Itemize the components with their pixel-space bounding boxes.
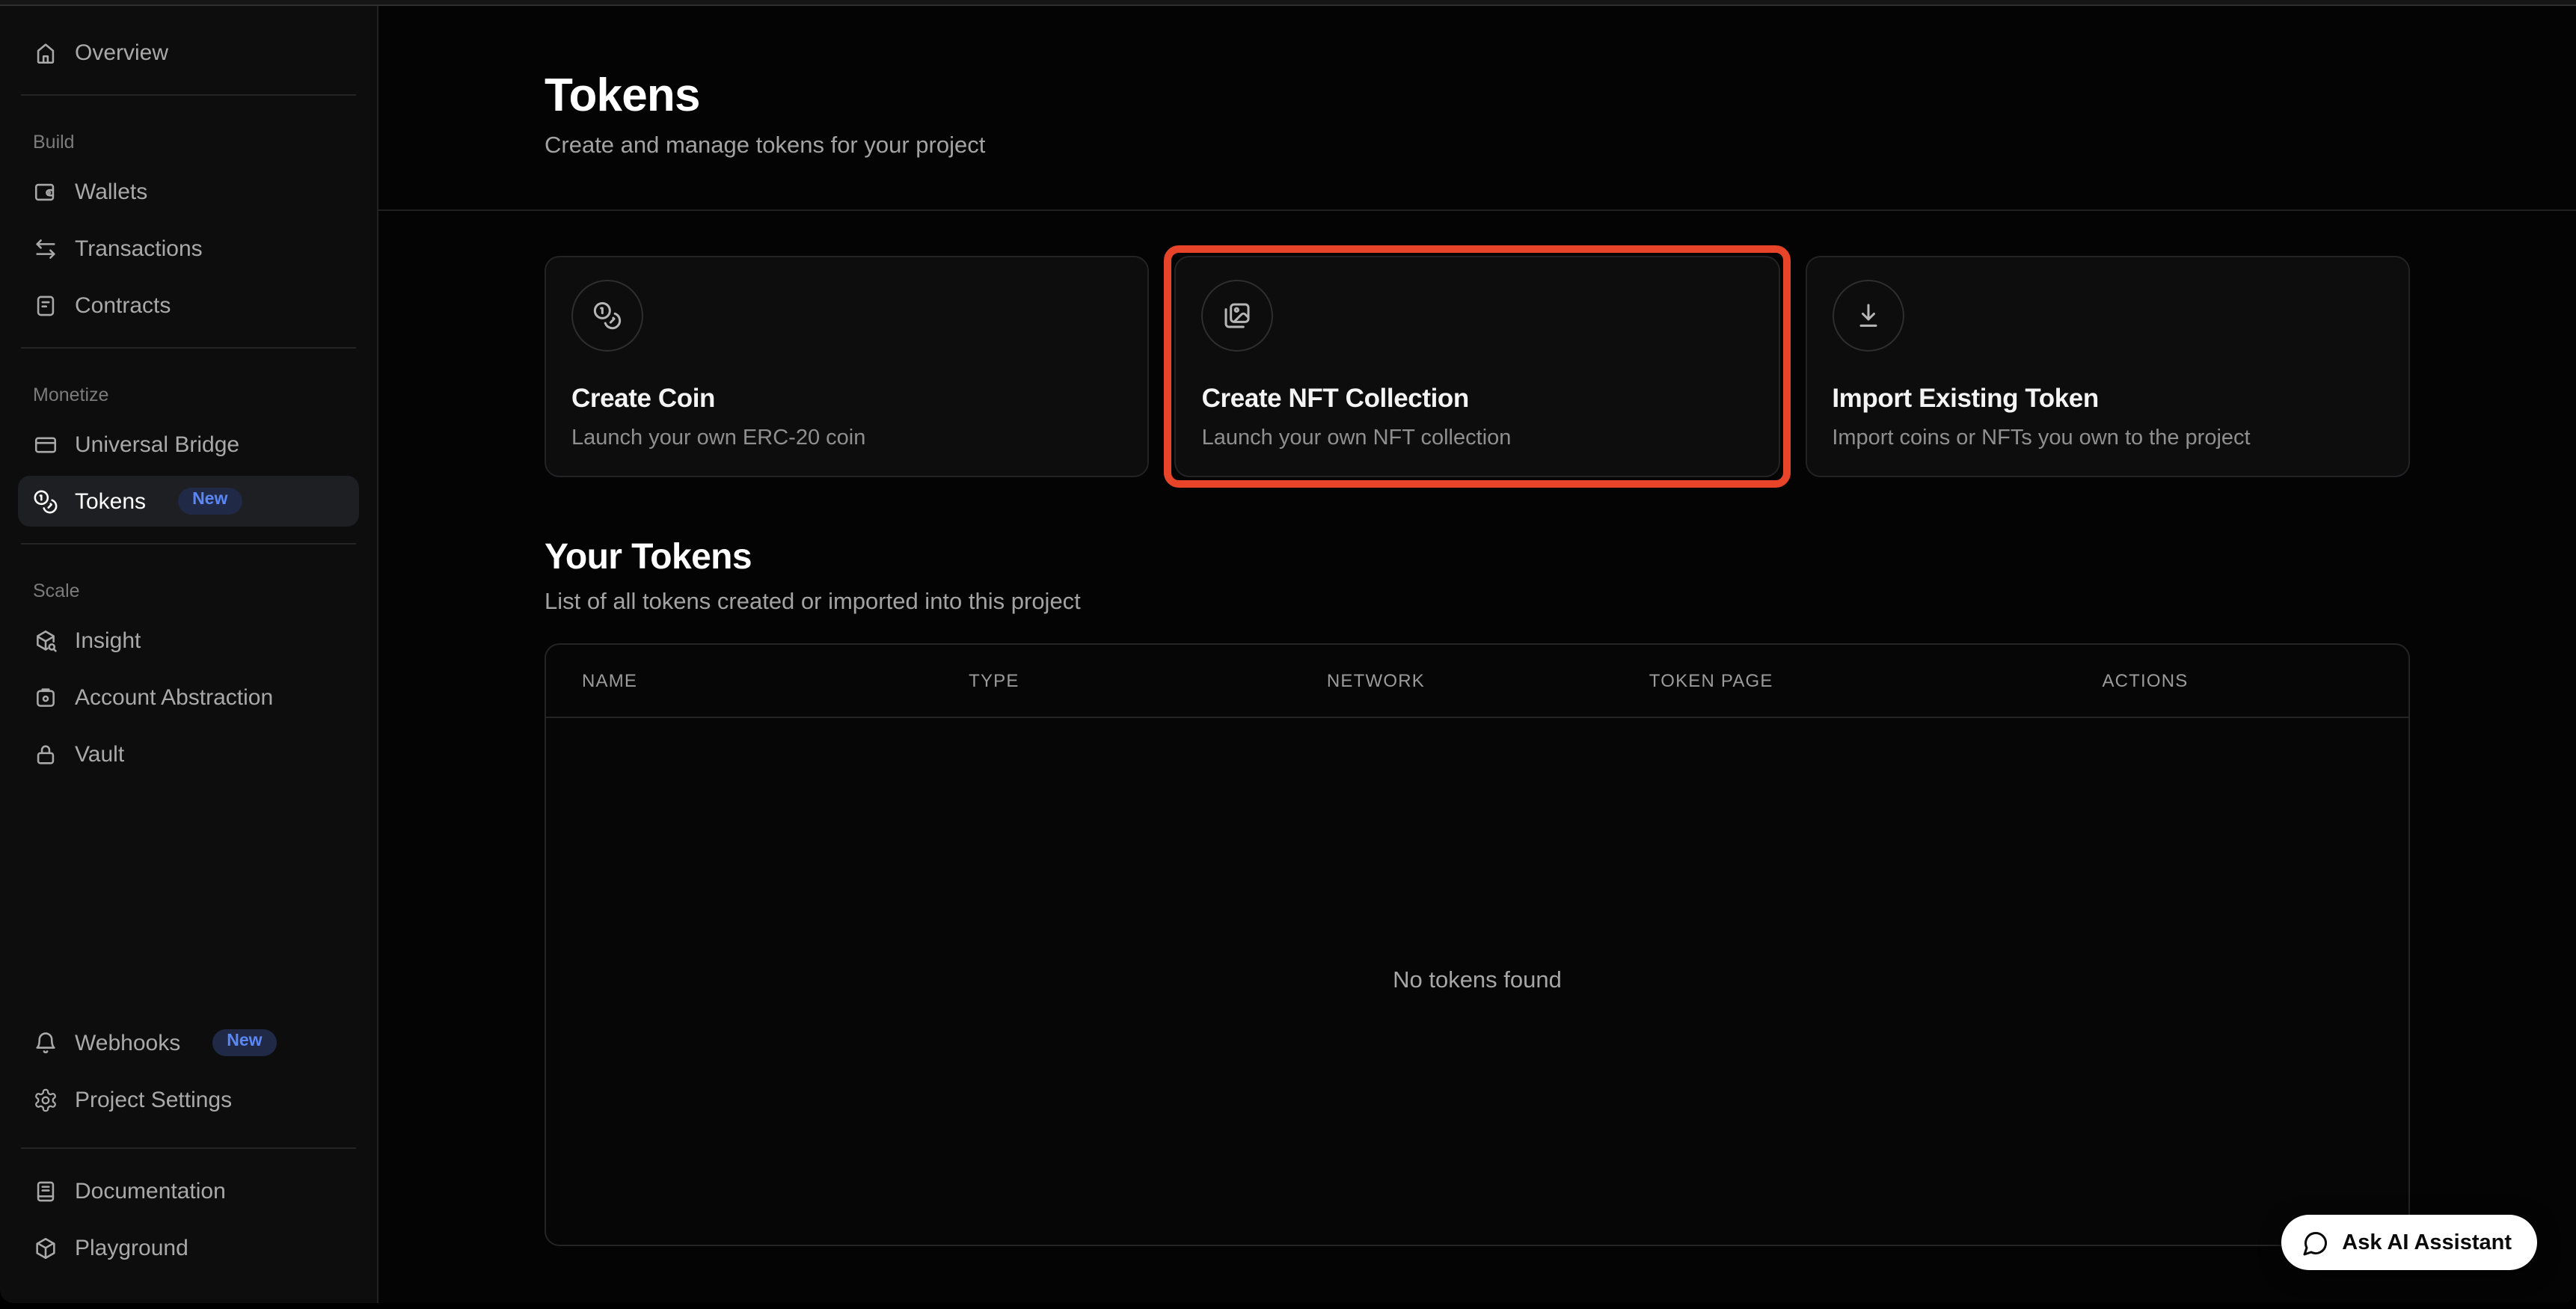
your-tokens-title: Your Tokens <box>545 537 2410 579</box>
card-import-existing-token[interactable]: Import Existing Token Import coins or NFT… <box>1805 256 2410 477</box>
tokens-table-empty-state: No tokens found <box>546 718 2408 1245</box>
sidebar-divider <box>21 347 356 349</box>
sidebar-item-label: Account Abstraction <box>75 684 273 710</box>
app-root: Overview Build Wallets Transactions Contract… <box>0 0 2576 1309</box>
sidebar-item-account-abstraction[interactable]: Account Abstraction <box>18 672 359 723</box>
contract-document-icon <box>33 292 58 318</box>
card-icon-circle <box>571 280 643 352</box>
sidebar-item-universal-bridge[interactable]: Universal Bridge <box>18 419 359 470</box>
sidebar-section-label-scale: Scale <box>18 561 359 615</box>
new-badge: New <box>177 488 242 515</box>
main-content: Tokens Create and manage tokens for your… <box>378 6 2576 1303</box>
card-icon-circle <box>1832 280 1904 352</box>
sidebar-item-label: Transactions <box>75 236 203 261</box>
sidebar-item-label: Wallets <box>75 179 147 204</box>
book-icon <box>33 1178 58 1204</box>
card-create-nft-collection[interactable]: Create NFT Collection Launch your own NFT… <box>1175 256 1780 477</box>
ask-ai-assistant-label: Ask AI Assistant <box>2342 1230 2512 1254</box>
sidebar-item-transactions[interactable]: Transactions <box>18 223 359 274</box>
column-header-actions: ACTIONS <box>2102 670 2373 691</box>
sidebar-item-label: Tokens <box>75 488 146 514</box>
sidebar-item-playground[interactable]: Playground <box>18 1222 359 1273</box>
chat-bubble-icon <box>2301 1229 2328 1256</box>
card-description: Launch your own ERC-20 coin <box>571 426 1123 450</box>
page-header: Tokens Create and manage tokens for your… <box>378 6 2576 211</box>
sidebar-item-insight[interactable]: Insight <box>18 615 359 666</box>
wallet-icon <box>33 179 58 204</box>
your-tokens-subtitle: List of all tokens created or imported i… <box>545 589 2410 616</box>
card-description: Launch your own NFT collection <box>1202 426 1753 450</box>
app-frame: Overview Build Wallets Transactions Contract… <box>0 6 2576 1303</box>
sidebar-item-label: Contracts <box>75 292 171 318</box>
sidebar-section-label-build: Build <box>18 112 359 166</box>
token-action-cards: Create CoinLaunch your own ERC-20 coinCr… <box>545 256 2410 477</box>
sidebar-item-project-settings[interactable]: Project Settings <box>18 1074 359 1125</box>
coins-icon <box>592 301 622 331</box>
sidebar-item-label: Documentation <box>75 1178 226 1204</box>
bell-icon <box>33 1030 58 1055</box>
sidebar-item-label: Vault <box>75 741 124 767</box>
sidebar-item-label: Universal Bridge <box>75 432 239 457</box>
sidebar-divider <box>21 543 356 545</box>
top-edge-strip <box>0 0 2576 6</box>
account-box-icon <box>33 684 58 710</box>
new-badge: New <box>212 1029 277 1057</box>
page-subtitle: Create and manage tokens for your projec… <box>545 133 2410 160</box>
sidebar-item-contracts[interactable]: Contracts <box>18 280 359 331</box>
column-header-token-page: TOKEN PAGE <box>1649 670 2103 691</box>
package-search-icon <box>33 628 58 653</box>
sidebar-divider <box>21 94 356 96</box>
card-icon-circle <box>1202 280 1274 352</box>
sidebar-item-label: Overview <box>75 40 168 65</box>
sidebar-item-tokens[interactable]: Tokens New <box>18 476 359 527</box>
sidebar-item-label: Playground <box>75 1235 188 1260</box>
column-header-network: NETWORK <box>1327 670 1649 691</box>
sidebar-item-wallets[interactable]: Wallets <box>18 166 359 217</box>
sidebar-item-label: Insight <box>75 628 141 653</box>
home-icon <box>33 40 58 65</box>
sidebar-item-overview[interactable]: Overview <box>18 27 359 78</box>
coins-icon <box>33 488 58 514</box>
sidebar-item-webhooks[interactable]: Webhooks New <box>18 1017 359 1068</box>
card-description: Import coins or NFTs you own to the proj… <box>1832 426 2383 450</box>
sidebar-item-label: Webhooks <box>75 1030 180 1055</box>
sidebar-nav: Overview Build Wallets Transactions Contract… <box>18 27 359 785</box>
tokens-table-header-row: NAMETYPENETWORKTOKEN PAGEACTIONS <box>546 645 2408 718</box>
lock-icon <box>33 741 58 767</box>
card-create-coin[interactable]: Create Coin Launch your own ERC-20 coin <box>545 256 1150 477</box>
page-title: Tokens <box>545 69 2410 123</box>
sidebar-item-vault[interactable]: Vault <box>18 729 359 779</box>
download-icon <box>1853 301 1883 331</box>
column-header-name: NAME <box>582 670 969 691</box>
cube-icon <box>33 1235 58 1260</box>
column-header-type: TYPE <box>969 670 1327 691</box>
your-tokens-section: Your Tokens List of all tokens created o… <box>545 537 2410 1246</box>
ask-ai-assistant-button[interactable]: Ask AI Assistant <box>2281 1215 2537 1270</box>
images-icon <box>1223 301 1253 331</box>
empty-message: No tokens found <box>1393 968 1562 995</box>
card-title: Create Coin <box>571 383 1123 414</box>
credit-card-icon <box>33 432 58 457</box>
gear-icon <box>33 1087 58 1112</box>
tokens-table: NAMETYPENETWORKTOKEN PAGEACTIONS No toke… <box>545 643 2410 1246</box>
card-title: Import Existing Token <box>1832 383 2383 414</box>
arrows-left-right-icon <box>33 236 58 261</box>
sidebar-item-label: Project Settings <box>75 1087 232 1112</box>
card-title: Create NFT Collection <box>1202 383 1753 414</box>
sidebar: Overview Build Wallets Transactions Contract… <box>0 6 378 1303</box>
sidebar-footer: Webhooks New Project Settings Documentation… <box>18 1017 359 1279</box>
sidebar-divider <box>21 1147 356 1149</box>
sidebar-section-label-monetize: Monetize <box>18 365 359 419</box>
sidebar-item-documentation[interactable]: Documentation <box>18 1165 359 1216</box>
